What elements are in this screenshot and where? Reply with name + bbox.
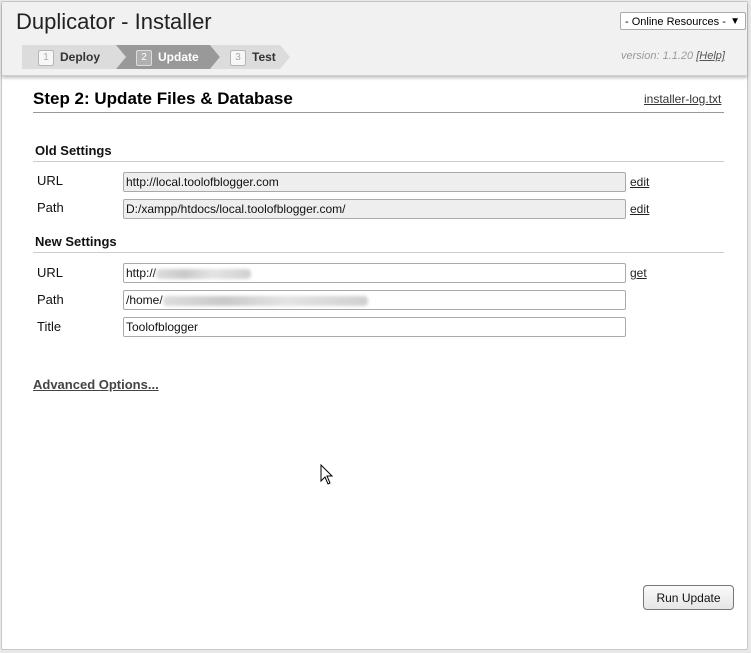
old-url-label: URL: [37, 173, 64, 188]
installer-log-link[interactable]: installer-log.txt: [644, 92, 721, 106]
run-update-button[interactable]: Run Update: [643, 585, 734, 610]
old-url-edit-link[interactable]: edit: [630, 175, 649, 189]
advanced-options-link[interactable]: Advanced Options...: [33, 377, 159, 392]
step-label: Update: [158, 50, 199, 64]
step-update: 2 Update: [116, 45, 220, 69]
page-title: Step 2: Update Files & Database: [33, 89, 293, 108]
online-resources-label: - Online Resources -: [625, 16, 726, 28]
step-test: 3 Test: [210, 45, 290, 69]
old-path-edit-link[interactable]: edit: [630, 202, 649, 216]
old-path-field[interactable]: D:/xampp/htdocs/local.toolofblogger.com/: [123, 199, 626, 219]
dropdown-arrow-icon: ▼: [730, 16, 740, 27]
old-path-label: Path: [37, 200, 64, 215]
new-url-field[interactable]: http://: [123, 263, 626, 283]
step-number: 3: [230, 50, 246, 66]
installer-window: Duplicator - Installer - Online Resource…: [1, 1, 748, 650]
new-url-label: URL: [37, 265, 64, 280]
new-settings-title: New Settings: [35, 234, 117, 249]
mouse-cursor-icon: [320, 464, 334, 485]
step-number: 2: [136, 50, 152, 66]
old-url-field[interactable]: http://local.toolofblogger.com: [123, 172, 626, 192]
redacted-text: [162, 295, 368, 306]
old-settings-title: Old Settings: [35, 143, 112, 158]
step-label: Test: [252, 50, 276, 64]
help-link[interactable]: [Help]: [696, 50, 725, 62]
new-url-get-link[interactable]: get: [630, 266, 647, 280]
new-title-label: Title: [37, 319, 62, 334]
new-url-value: http://: [126, 266, 157, 280]
app-title: Duplicator - Installer: [16, 9, 212, 34]
step-deploy: 1 Deploy: [22, 45, 126, 69]
step-number: 1: [38, 50, 54, 66]
redacted-text: [156, 268, 252, 279]
divider: [33, 161, 724, 162]
new-path-label: Path: [37, 292, 64, 307]
divider: [33, 252, 724, 253]
version-text: version: 1.1.20: [621, 50, 694, 62]
new-path-field[interactable]: /home/: [123, 290, 626, 310]
header: Duplicator - Installer - Online Resource…: [2, 2, 747, 76]
divider: [33, 112, 724, 113]
online-resources-select[interactable]: - Online Resources - ▼: [620, 12, 746, 30]
new-path-value: /home/: [126, 293, 163, 307]
new-title-field[interactable]: Toolofblogger: [123, 317, 626, 337]
step-label: Deploy: [60, 50, 101, 64]
version-info: version: 1.1.20 [Help]: [621, 50, 725, 62]
